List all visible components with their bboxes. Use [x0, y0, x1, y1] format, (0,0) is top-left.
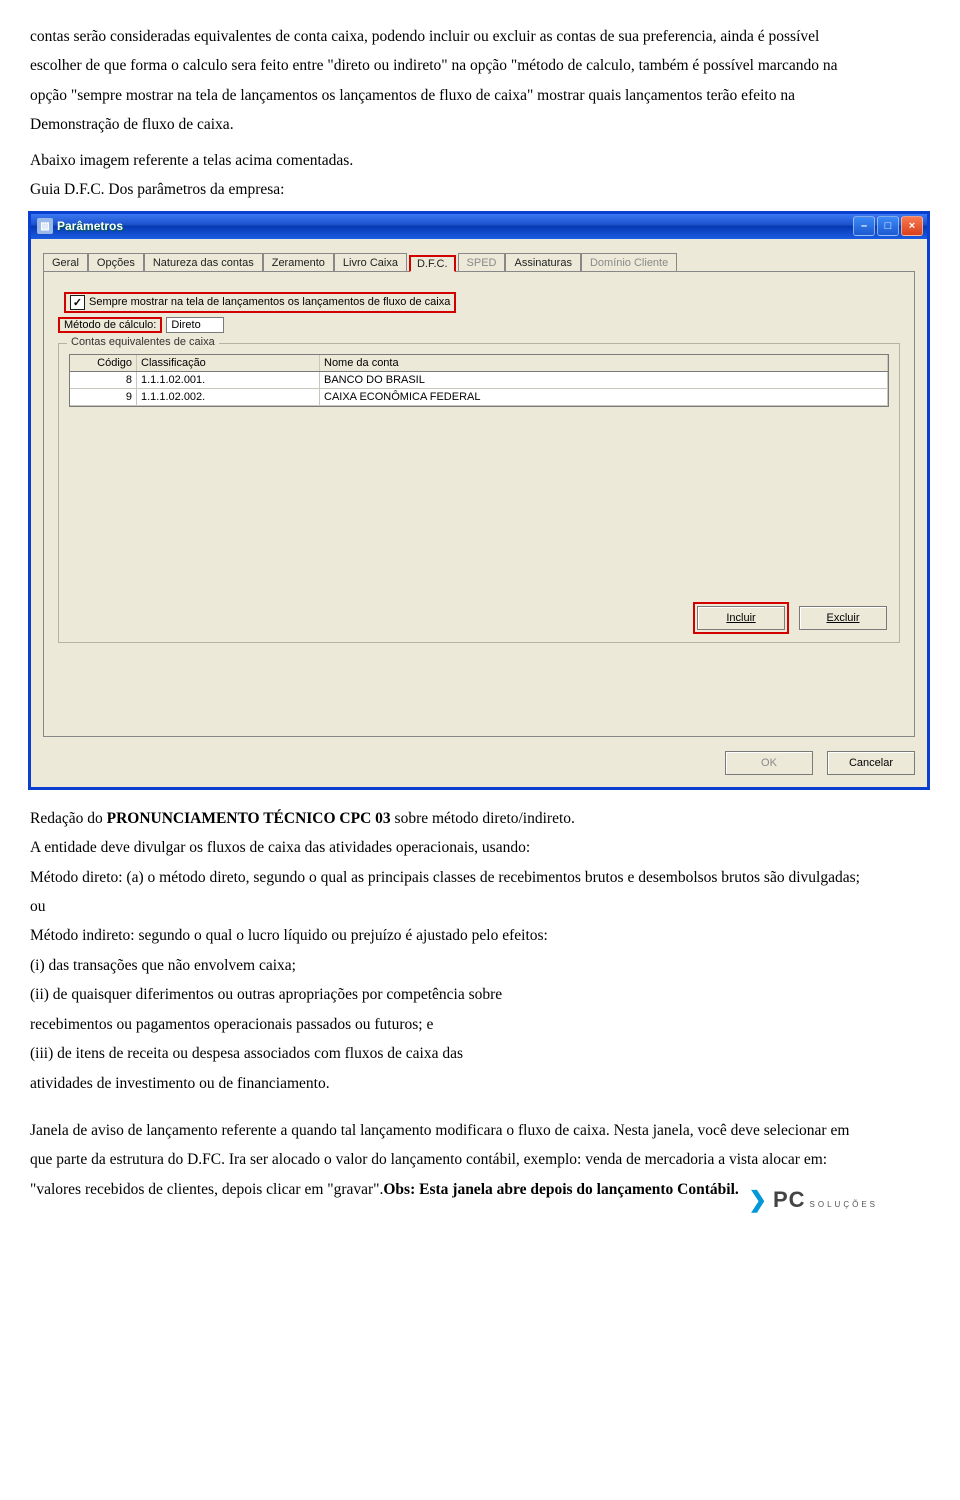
tabpage-dfc: ✓ Sempre mostrar na tela de lançamentos … [43, 271, 915, 737]
paragraph-11: (iii) de itens de receita ou despesa ass… [30, 1039, 870, 1068]
minimize-button[interactable]: – [853, 216, 875, 236]
tab-opcoes[interactable]: Opções [88, 253, 144, 271]
tab-livro-caixa[interactable]: Livro Caixa [334, 253, 407, 271]
paragraph-5: A entidade deve divulgar os fluxos de ca… [30, 833, 870, 862]
checkbox-label: Sempre mostrar na tela de lançamentos os… [89, 296, 450, 308]
paragraph-cpc: Redação do PRONUNCIAMENTO TÉCNICO CPC 03… [30, 804, 870, 833]
tab-sped[interactable]: SPED [458, 253, 506, 271]
cell-class: 1.1.1.02.002. [137, 389, 320, 405]
table-row[interactable]: 8 1.1.1.02.001. BANCO DO BRASIL [70, 372, 888, 389]
input-metodo-calculo[interactable]: Direto [166, 317, 224, 333]
col-classificacao[interactable]: Classificação [137, 355, 320, 371]
table-row[interactable]: 9 1.1.1.02.002. CAIXA ECONÔMICA FEDERAL [70, 389, 888, 406]
tab-geral[interactable]: Geral [43, 253, 88, 271]
paragraph-6: Método direto: (a) o método direto, segu… [30, 863, 870, 922]
table-contas: Código Classificação Nome da conta 8 1.1… [69, 354, 889, 407]
excluir-button[interactable]: Excluir [799, 606, 887, 630]
cell-name: CAIXA ECONÔMICA FEDERAL [320, 389, 888, 405]
group-contas-equivalentes: Contas equivalentes de caixa Código Clas… [58, 343, 900, 643]
paragraph-9: (ii) de quaisquer diferimentos ou outras… [30, 980, 870, 1009]
cell-class: 1.1.1.02.001. [137, 372, 320, 388]
paragraph-2: Abaixo imagem referente a telas acima co… [30, 146, 870, 175]
close-button[interactable]: × [901, 216, 923, 236]
col-codigo[interactable]: Código [70, 355, 137, 371]
paragraph-12: atividades de investimento ou de financi… [30, 1069, 870, 1098]
tab-dominio-cliente[interactable]: Domínio Cliente [581, 253, 677, 271]
logo-tag: SOLUÇÕES [810, 1197, 878, 1212]
incluir-button[interactable]: Incluir [697, 606, 785, 630]
tab-zeramento[interactable]: Zeramento [263, 253, 334, 271]
paragraph-intro: contas serão consideradas equivalentes d… [30, 22, 870, 140]
cell-code: 9 [70, 389, 137, 405]
paragraph-10: recebimentos ou pagamentos operacionais … [30, 1010, 870, 1039]
paragraph-8: (i) das transações que não envolvem caix… [30, 951, 870, 980]
logo-chevron-icon: ❯ [749, 1179, 767, 1221]
cancelar-button[interactable]: Cancelar [827, 751, 915, 775]
window-parametros: ▧ Parâmetros – □ × Geral Opções Natureza… [28, 211, 930, 790]
tab-assinaturas[interactable]: Assinaturas [505, 253, 580, 271]
checkbox-icon[interactable]: ✓ [70, 295, 85, 310]
paragraph-13: Janela de aviso de lançamento referente … [30, 1116, 870, 1204]
app-icon: ▧ [37, 218, 53, 234]
logo-brand: PC [773, 1179, 806, 1221]
checkbox-sempre-mostrar[interactable]: ✓ Sempre mostrar na tela de lançamentos … [64, 292, 456, 313]
tab-natureza[interactable]: Natureza das contas [144, 253, 263, 271]
tab-strip: Geral Opções Natureza das contas Zeramen… [43, 253, 915, 272]
col-nome[interactable]: Nome da conta [320, 355, 888, 371]
maximize-button[interactable]: □ [877, 216, 899, 236]
cell-code: 8 [70, 372, 137, 388]
cell-name: BANCO DO BRASIL [320, 372, 888, 388]
window-title: Parâmetros [57, 219, 853, 233]
group-title: Contas equivalentes de caixa [67, 336, 219, 348]
footer-logo: ❯ PC SOLUÇÕES [749, 1179, 878, 1221]
tab-dfc[interactable]: D.F.C. [409, 255, 456, 272]
titlebar[interactable]: ▧ Parâmetros – □ × [31, 214, 927, 239]
paragraph-3: Guia D.F.C. Dos parâmetros da empresa: [30, 175, 870, 204]
label-metodo-calculo: Método de cálculo: [58, 317, 162, 333]
ok-button[interactable]: OK [725, 751, 813, 775]
paragraph-7: Método indireto: segundo o qual o lucro … [30, 921, 870, 950]
